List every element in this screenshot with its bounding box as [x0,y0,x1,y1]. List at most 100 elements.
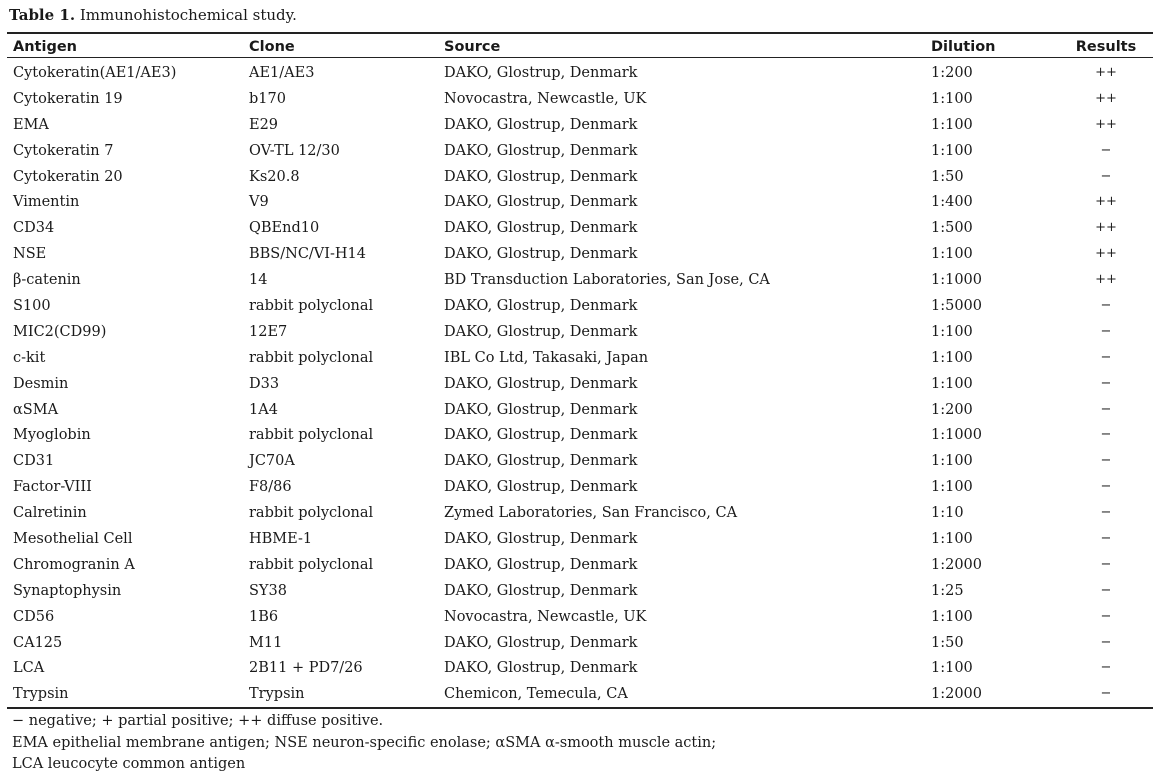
cell-dilution: 1:100 [931,323,973,340]
cell-clone: AE1/AE3 [249,64,315,81]
cell-antigen: NSE [13,246,47,263]
cell-clone: OV-TL 12/30 [249,142,340,159]
cell-source: DAKO, Glostrup, Denmark [444,297,638,314]
cell-results: − [1100,142,1112,158]
cell-antigen: Trypsin [13,686,69,703]
table-row: LCA 2B11 + PD7/26 DAKO, Glostrup, Denmark 1… [7,655,1153,681]
cell-results: − [1100,401,1112,417]
cell-source: DAKO, Glostrup, Denmark [444,194,638,211]
table-caption-label: Table 1. [9,6,76,24]
table-row: CD56 1B6 Novocastra, Newcastle, UK 1:100 − [7,604,1153,630]
header-clone: Clone [249,38,295,55]
cell-source: DAKO, Glostrup, Denmark [444,427,638,444]
cell-results: − [1100,505,1112,521]
cell-results: − [1100,479,1112,495]
cell-antigen: Synaptophysin [13,582,122,599]
cell-results: − [1100,608,1112,624]
footnote-abbreviations: EMA epithelial membrane antigen; NSE neu… [12,734,717,751]
cell-dilution: 1:50 [931,168,964,185]
table-row: Desmin D33 DAKO, Glostrup, Denmark 1:100 − [7,371,1153,397]
cell-source: DAKO, Glostrup, Denmark [444,634,638,651]
cell-dilution: 1:1000 [931,272,983,289]
cell-clone: E29 [249,116,279,133]
cell-dilution: 1:100 [931,660,973,677]
table-row: Myoglobin rabbit polyclonal DAKO, Glostrup… [7,422,1153,448]
table-row: CD31 JC70A DAKO, Glostrup, Denmark 1:100 − [7,448,1153,474]
header-source: Source [444,38,501,55]
cell-dilution: 1:200 [931,401,973,418]
cell-dilution: 1:2000 [931,686,983,703]
cell-results: ++ [1095,194,1117,210]
cell-dilution: 1:200 [931,64,973,81]
cell-dilution: 1:100 [931,530,973,547]
cell-clone: rabbit polyclonal [249,297,374,314]
table-row: Chromogranin A rabbit polyclonal DAKO, Glo… [7,552,1153,578]
cell-antigen: Cytokeratin 20 [13,168,123,185]
table-row: Factor-VIII F8/86 DAKO, Glostrup, Denmark 1… [7,474,1153,500]
cell-clone: 1A4 [249,401,278,418]
header-dilution: Dilution [931,38,996,55]
cell-source: Chemicon, Temecula, CA [444,686,628,703]
cell-source: DAKO, Glostrup, Denmark [444,660,638,677]
document-page: Table 1. Immunohistochemical study. Anti… [0,0,1158,778]
cell-dilution: 1:100 [931,116,973,133]
cell-source: DAKO, Glostrup, Denmark [444,168,638,185]
table-row: NSE BBS/NC/VI-H14 DAKO, Glostrup, Denmark 1… [7,241,1153,267]
table-row: Cytokeratin 20 Ks20.8 DAKO, Glostrup, Denm… [7,164,1153,190]
cell-clone: b170 [249,90,286,107]
cell-source: IBL Co Ltd, Takasaki, Japan [444,349,649,366]
cell-results: − [1100,660,1112,676]
cell-source: DAKO, Glostrup, Denmark [444,530,638,547]
cell-antigen: Mesothelial Cell [13,530,133,547]
cell-dilution: 1:100 [931,479,973,496]
cell-clone: V9 [249,194,269,211]
cell-source: Zymed Laboratories, San Francisco, CA [444,505,738,522]
table-row: c-kit rabbit polyclonal IBL Co Ltd, Takasa… [7,345,1153,371]
cell-antigen: CD56 [13,608,55,625]
cell-antigen: CD34 [13,220,55,237]
cell-dilution: 1:100 [931,375,973,392]
footnote-legend: − negative; + partial positive; ++ diffu… [12,713,384,729]
cell-antigen: MIC2(CD99) [13,323,107,340]
cell-antigen: Cytokeratin(AE1/AE3) [13,64,177,81]
cell-dilution: 1:100 [931,90,973,107]
cell-dilution: 1:500 [931,220,973,237]
cell-clone: Ks20.8 [249,168,300,185]
cell-antigen: S100 [13,297,51,314]
cell-antigen: Vimentin [13,194,80,211]
cell-clone: JC70A [249,453,295,470]
cell-dilution: 1:100 [931,608,973,625]
cell-clone: BBS/NC/VI-H14 [249,246,366,263]
table-row: EMA E29 DAKO, Glostrup, Denmark 1:100 ++ [7,112,1153,138]
cell-clone: 12E7 [249,323,288,340]
cell-source: DAKO, Glostrup, Denmark [444,401,638,418]
cell-source: DAKO, Glostrup, Denmark [444,323,638,340]
cell-results: ++ [1095,220,1117,236]
cell-dilution: 1:100 [931,246,973,263]
cell-antigen: β-catenin [13,272,81,289]
table-row: CD34 QBEnd10 DAKO, Glostrup, Denmark 1:500 +… [7,215,1153,241]
cell-results: − [1100,323,1112,339]
cell-antigen: Chromogranin A [13,556,135,573]
cell-results: − [1100,530,1112,546]
cell-antigen: c-kit [13,349,46,366]
cell-results: − [1100,297,1112,313]
cell-clone: M11 [249,634,283,651]
cell-antigen: Cytokeratin 7 [13,142,114,159]
cell-results: − [1100,634,1112,650]
cell-clone: 2B11 + PD7/26 [249,660,363,677]
cell-source: DAKO, Glostrup, Denmark [444,246,638,263]
cell-results: ++ [1095,90,1117,106]
immunohistochemistry-table: Antigen Clone Source Dilution Results Cy… [7,35,1153,707]
table-row: Cytokeratin 7 OV-TL 12/30 DAKO, Glostrup, … [7,138,1153,164]
cell-results: − [1100,349,1112,365]
header-results: Results [1075,38,1137,55]
cell-antigen: Myoglobin [13,427,91,444]
cell-clone: 1B6 [249,608,279,625]
cell-source: BD Transduction Laboratories, San Jose, … [444,272,770,289]
cell-source: DAKO, Glostrup, Denmark [444,453,638,470]
cell-source: DAKO, Glostrup, Denmark [444,64,638,81]
cell-results: − [1100,556,1112,572]
cell-clone: rabbit polyclonal [249,556,374,573]
cell-clone: rabbit polyclonal [249,505,374,522]
